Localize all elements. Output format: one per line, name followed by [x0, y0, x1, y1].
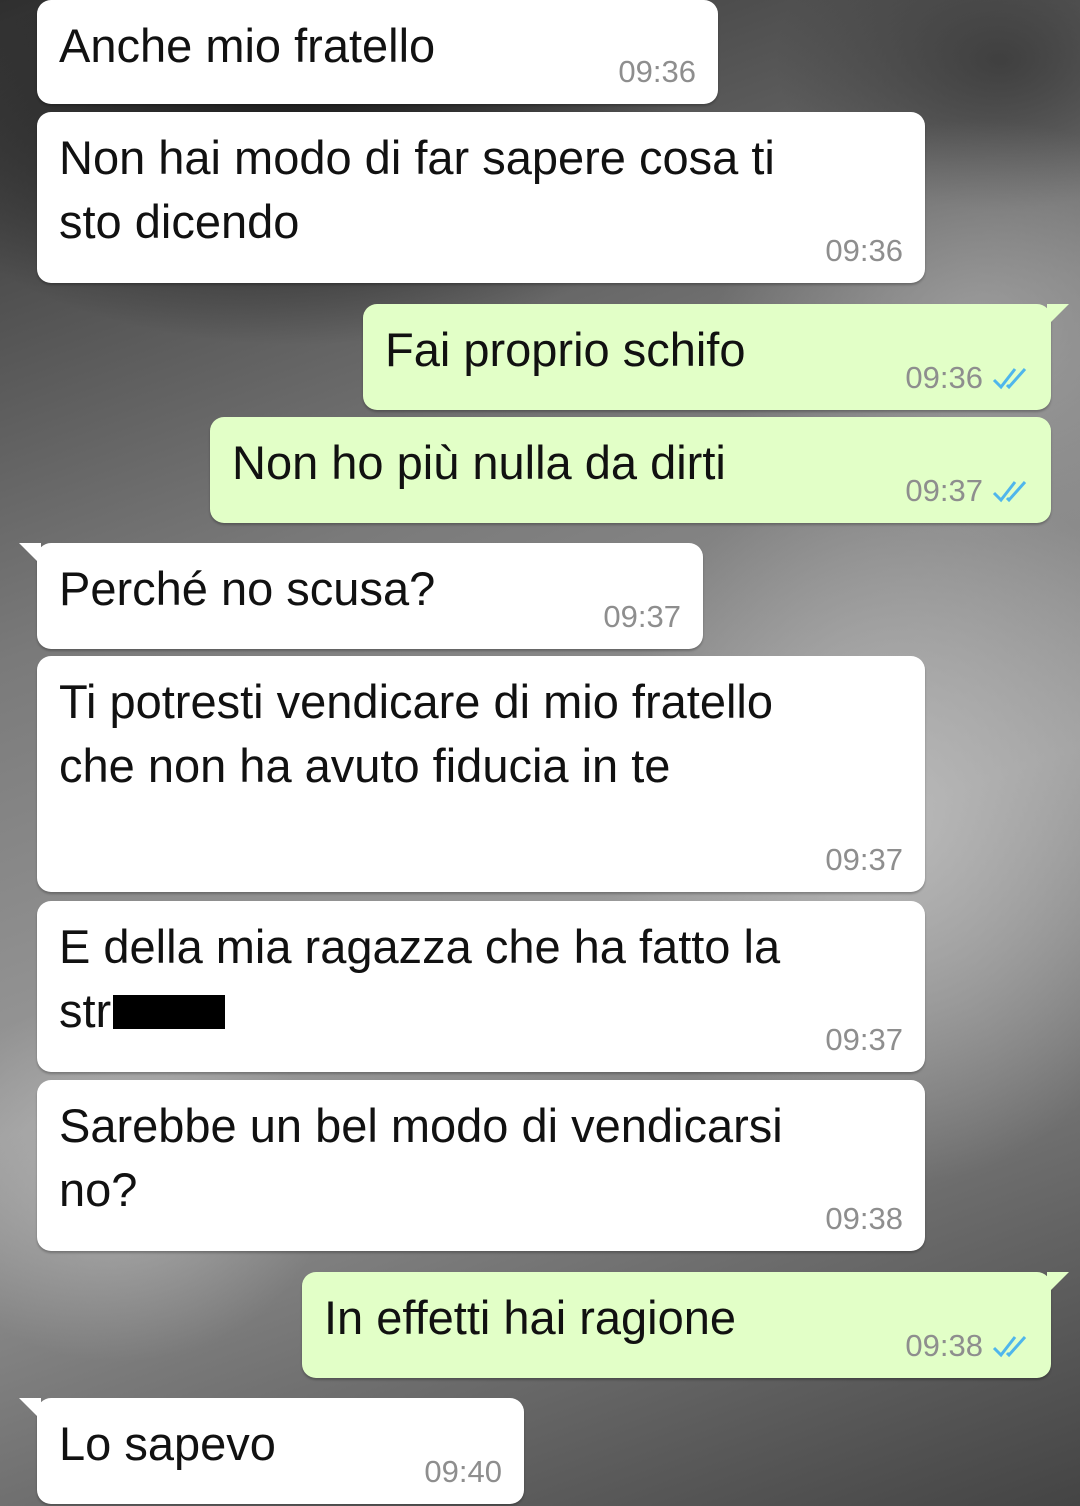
message-bubble-outgoing[interactable]: Non ho più nulla da dirti 09:37: [210, 417, 1051, 523]
message-timestamp: 09:38: [825, 1201, 903, 1236]
message-timestamp: 09:37: [905, 473, 1031, 509]
message-bubble-incoming[interactable]: Perché no scusa? 09:37: [19, 543, 703, 649]
message-bubble-incoming[interactable]: Sarebbe un bel modo di vendicarsi no? 09…: [37, 1080, 925, 1251]
message-bubble-incoming[interactable]: Anche mio fratello 09:36: [37, 0, 718, 104]
message-bubble-outgoing[interactable]: Fai proprio schifo 09:36: [363, 304, 1069, 410]
message-text: E della mia ragazza che ha fatto la str: [59, 915, 903, 1043]
double-check-icon: [992, 481, 1027, 503]
message-text: Non hai modo di far sapere cosa ti sto d…: [59, 131, 775, 248]
message-bubble-incoming[interactable]: Lo sapevo 09:40: [19, 1398, 524, 1504]
message-bubble-incoming[interactable]: Ti potresti vendicare di mio fratello ch…: [37, 656, 925, 892]
message-timestamp: 09:37: [825, 1022, 903, 1057]
message-bubble-outgoing[interactable]: In effetti hai ragione 09:38: [302, 1272, 1069, 1378]
message-text-line: E della mia ragazza che ha fatto la: [59, 920, 781, 973]
message-timestamp: 09:38: [905, 1328, 1031, 1364]
double-check-icon: [992, 368, 1027, 390]
message-text-line: str: [59, 984, 112, 1037]
message-timestamp: 09:37: [603, 599, 681, 634]
message-text: Sarebbe un bel modo di vendicarsi no?: [59, 1099, 783, 1216]
double-check-icon: [992, 1336, 1027, 1358]
message-timestamp: 09:36: [905, 360, 1031, 396]
message-timestamp: 09:36: [618, 54, 696, 89]
message-timestamp: 09:37: [825, 842, 903, 877]
message-timestamp: 09:40: [424, 1454, 502, 1489]
message-bubble-incoming[interactable]: E della mia ragazza che ha fatto la str …: [37, 901, 925, 1072]
message-text: Ti potresti vendicare di mio fratello ch…: [59, 675, 773, 792]
message-timestamp: 09:36: [825, 233, 903, 268]
message-bubble-incoming[interactable]: Non hai modo di far sapere cosa ti sto d…: [37, 112, 925, 283]
message-text: Perché no scusa?: [59, 562, 436, 615]
redaction-block: [113, 995, 226, 1029]
message-text: Anche mio fratello: [59, 19, 436, 72]
